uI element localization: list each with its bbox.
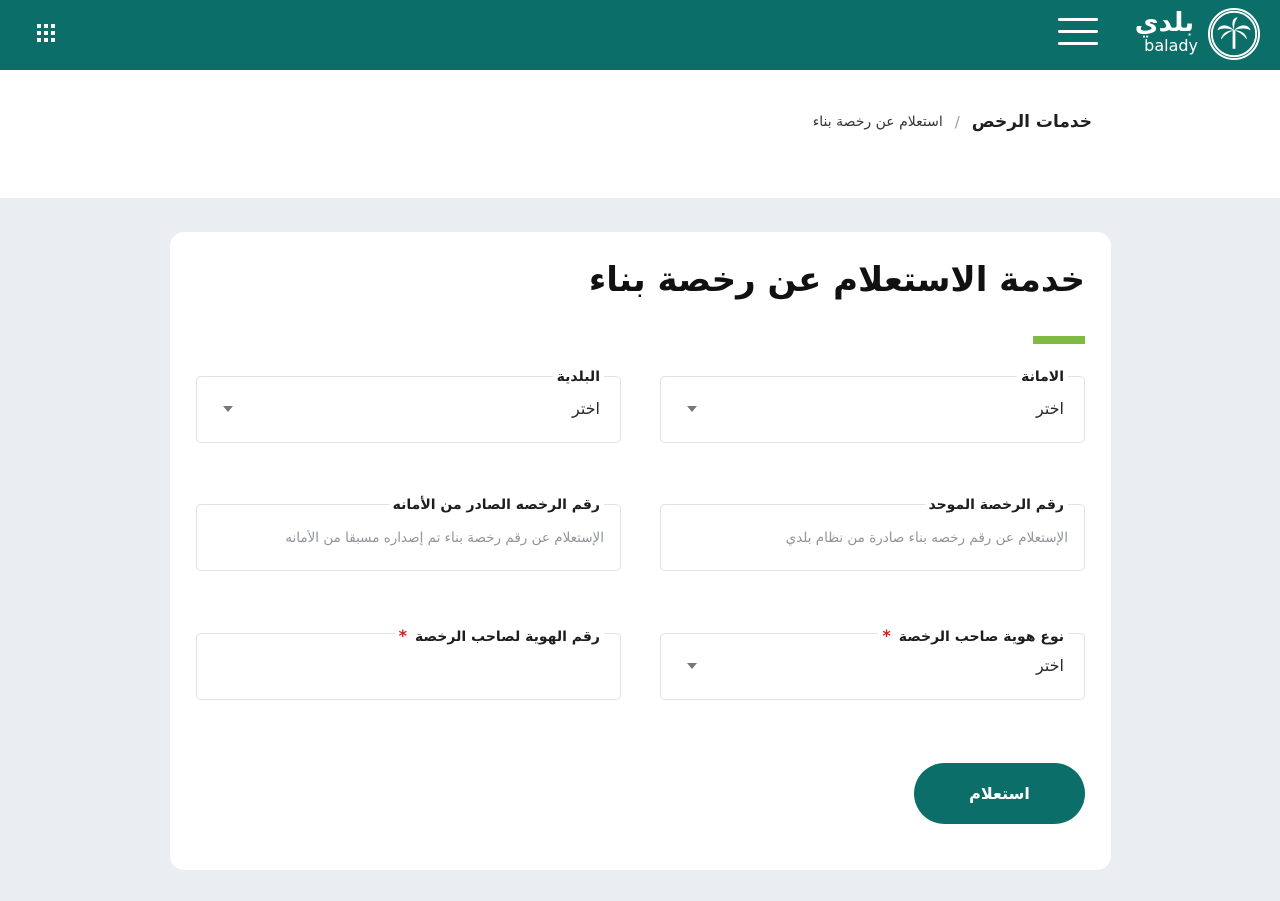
owner-id-type-label: نوع هوية صاحب الرخصة * (878, 626, 1068, 645)
owner-id-type-label-text: نوع هوية صاحب الرخصة (898, 629, 1064, 645)
owner-id-type-selected-value: اختر (1036, 656, 1064, 675)
owner-id-type-select[interactable]: نوع هوية صاحب الرخصة * اختر (660, 626, 1085, 700)
amana-license-number-placeholder: الإستعلام عن رقم رخصة بناء تم إصداره مسب… (285, 530, 604, 546)
chevron-down-icon (223, 406, 233, 412)
amana-select[interactable]: الامانة اختر (660, 369, 1085, 443)
top-navbar: بلدي balady (0, 0, 1280, 70)
unified-license-number-input[interactable]: رقم الرخصة الموحد الإستعلام عن رقم رخصه … (660, 497, 1085, 571)
logo-arabic-text: بلدي (1134, 8, 1194, 38)
breadcrumb-current-page: استعلام عن رخصة بناء (812, 114, 943, 130)
balady-logo[interactable]: بلدي balady (1134, 6, 1264, 64)
breadcrumb: خدمات الرخص / استعلام عن رخصة بناء (813, 112, 1092, 132)
unified-license-number-placeholder: الإستعلام عن رقم رخصه بناء صادرة من نظام… (785, 530, 1068, 546)
amana-license-number-label: رقم الرخصه الصادر من الأمانه (388, 497, 604, 513)
chevron-down-icon (687, 406, 697, 412)
inquiry-form-card: خدمة الاستعلام عن رخصة بناء الامانة اختر… (170, 232, 1111, 870)
inquiry-submit-button[interactable]: استعلام (914, 763, 1085, 824)
apps-grid-icon[interactable] (37, 24, 55, 42)
logo-english-text: balady (1144, 36, 1198, 55)
hamburger-menu-icon[interactable] (1058, 18, 1098, 48)
title-accent-bar (1033, 336, 1085, 344)
chevron-down-icon (687, 663, 697, 669)
amana-selected-value: اختر (1036, 399, 1064, 418)
unified-license-number-label: رقم الرخصة الموحد (924, 497, 1068, 513)
breadcrumb-link-license-services[interactable]: خدمات الرخص (972, 112, 1092, 132)
amana-label: الامانة (1017, 369, 1068, 385)
breadcrumb-band: خدمات الرخص / استعلام عن رخصة بناء (0, 70, 1280, 198)
amana-license-number-input[interactable]: رقم الرخصه الصادر من الأمانه الإستعلام ع… (196, 497, 621, 571)
owner-id-number-input[interactable]: رقم الهوية لصاحب الرخصة * (196, 626, 621, 700)
page-title: خدمة الاستعلام عن رخصة بناء (588, 260, 1085, 300)
palm-emblem-icon (1208, 8, 1260, 60)
baladia-label: البلدية (552, 369, 604, 385)
required-asterisk: * (398, 626, 407, 645)
owner-id-number-label: رقم الهوية لصاحب الرخصة * (394, 626, 604, 645)
required-asterisk: * (882, 626, 891, 645)
breadcrumb-separator: / (954, 113, 960, 131)
baladia-select[interactable]: البلدية اختر (196, 369, 621, 443)
baladia-selected-value: اختر (572, 399, 600, 418)
owner-id-number-label-text: رقم الهوية لصاحب الرخصة (414, 629, 600, 645)
